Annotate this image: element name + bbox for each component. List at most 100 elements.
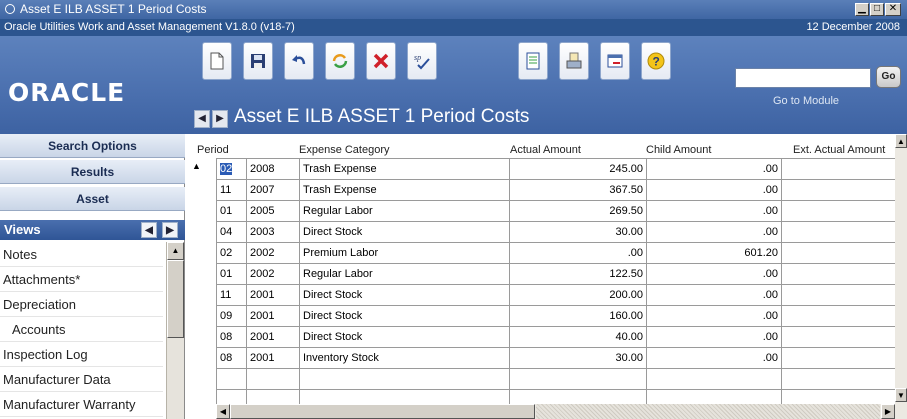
- go-to-module-input[interactable]: [735, 68, 871, 88]
- sidebar-item-notes[interactable]: Notes: [0, 242, 163, 267]
- cell-year[interactable]: 2001: [246, 285, 299, 305]
- cell-expense-category[interactable]: Regular Labor: [299, 201, 509, 221]
- asset-button[interactable]: Asset: [0, 187, 185, 211]
- cell-child-amount[interactable]: .00: [646, 264, 781, 284]
- cell-year[interactable]: [246, 369, 299, 389]
- grid-scroll-right-icon[interactable]: ▶: [881, 404, 895, 419]
- cell-year[interactable]: 2001: [246, 348, 299, 368]
- cell-expense-category[interactable]: Direct Stock: [299, 327, 509, 347]
- save-button[interactable]: [243, 42, 273, 80]
- table-row[interactable]: 02 2002 Premium Labor .00 601.20: [216, 243, 895, 264]
- cell-period[interactable]: 02: [216, 243, 246, 263]
- export-button[interactable]: [600, 42, 630, 80]
- cell-ext-actual-amount[interactable]: [781, 180, 895, 200]
- search-options-button[interactable]: Search Options: [0, 134, 185, 158]
- cell-actual-amount[interactable]: 269.50: [509, 201, 646, 221]
- cell-period[interactable]: 01: [216, 264, 246, 284]
- cell-expense-category[interactable]: Inventory Stock: [299, 348, 509, 368]
- table-row[interactable]: 02 2008 Trash Expense 245.00.00: [216, 159, 895, 180]
- cell-ext-actual-amount[interactable]: [781, 243, 895, 263]
- column-header-ext-actual-amount[interactable]: Ext. Actual Amount: [793, 144, 885, 156]
- cell-expense-category[interactable]: Direct Stock: [299, 306, 509, 326]
- cell-child-amount[interactable]: [646, 369, 781, 389]
- cell-year[interactable]: 2003: [246, 222, 299, 242]
- cell-actual-amount[interactable]: 122.50: [509, 264, 646, 284]
- cell-period[interactable]: 01: [216, 201, 246, 221]
- minimize-icon[interactable]: ▁: [855, 3, 869, 16]
- table-row[interactable]: 01 2005 Regular Labor 269.50.00: [216, 201, 895, 222]
- grid-scroll-down-icon[interactable]: ▼: [895, 388, 907, 402]
- cell-expense-category[interactable]: Regular Labor: [299, 264, 509, 284]
- table-row[interactable]: 09 2001 Direct Stock 160.00.00: [216, 306, 895, 327]
- table-row[interactable]: 08 2001 Direct Stock 40.00.00: [216, 327, 895, 348]
- cell-child-amount[interactable]: .00: [646, 327, 781, 347]
- cell-period[interactable]: 11: [216, 285, 246, 305]
- sidebar-item-attachments[interactable]: Attachments*: [0, 267, 163, 292]
- delete-button[interactable]: [366, 42, 396, 80]
- scroll-up-arrow-icon[interactable]: ▲: [167, 242, 184, 260]
- next-record-arrow-icon[interactable]: ▶: [212, 110, 228, 128]
- cell-year[interactable]: 2002: [246, 264, 299, 284]
- cell-expense-category[interactable]: Trash Expense: [299, 180, 509, 200]
- cell-expense-category[interactable]: Trash Expense: [299, 159, 509, 179]
- grid-horizontal-scrollbar[interactable]: ◀ ▶: [216, 404, 895, 419]
- grid-vertical-scrollbar[interactable]: ▲ ▼: [895, 134, 907, 419]
- cell-ext-actual-amount[interactable]: [781, 201, 895, 221]
- sidebar-item-manufacturer-warranty[interactable]: Manufacturer Warranty: [0, 392, 163, 417]
- cell-ext-actual-amount[interactable]: [781, 369, 895, 389]
- cell-child-amount[interactable]: .00: [646, 201, 781, 221]
- cell-child-amount[interactable]: .00: [646, 285, 781, 305]
- cell-ext-actual-amount[interactable]: [781, 306, 895, 326]
- go-button[interactable]: Go: [876, 66, 901, 88]
- cell-expense-category[interactable]: Direct Stock: [299, 222, 509, 242]
- cell-actual-amount[interactable]: 200.00: [509, 285, 646, 305]
- cell-child-amount[interactable]: .00: [646, 222, 781, 242]
- sidebar-item-depreciation[interactable]: Depreciation: [0, 292, 163, 317]
- sidebar-item-manufacturer-data[interactable]: Manufacturer Data: [0, 367, 163, 392]
- cell-actual-amount[interactable]: [509, 369, 646, 389]
- views-right-arrow-icon[interactable]: ▶: [162, 222, 178, 238]
- views-scrollbar[interactable]: ▲: [166, 242, 184, 419]
- cell-actual-amount[interactable]: 30.00: [509, 348, 646, 368]
- column-header-child-amount[interactable]: Child Amount: [646, 144, 711, 156]
- cell-child-amount[interactable]: 601.20: [646, 243, 781, 263]
- cell-actual-amount[interactable]: 245.00: [509, 159, 646, 179]
- cell-child-amount[interactable]: .00: [646, 159, 781, 179]
- cell-period[interactable]: 02: [216, 159, 246, 179]
- refresh-button[interactable]: [325, 42, 355, 80]
- grid-scroll-thumb[interactable]: [230, 404, 535, 419]
- cell-year[interactable]: 2001: [246, 327, 299, 347]
- undo-button[interactable]: [284, 42, 314, 80]
- grid-scroll-track[interactable]: [536, 404, 880, 419]
- cell-period[interactable]: 08: [216, 327, 246, 347]
- cell-child-amount[interactable]: .00: [646, 348, 781, 368]
- cell-expense-category[interactable]: Direct Stock: [299, 285, 509, 305]
- cell-period[interactable]: 09: [216, 306, 246, 326]
- cell-actual-amount[interactable]: .00: [509, 243, 646, 263]
- cell-year[interactable]: 2002: [246, 243, 299, 263]
- table-row[interactable]: 08 2001 Inventory Stock 30.00.00: [216, 348, 895, 369]
- cell-year[interactable]: 2007: [246, 180, 299, 200]
- cell-child-amount[interactable]: .00: [646, 180, 781, 200]
- column-header-period[interactable]: Period: [197, 144, 229, 156]
- table-row[interactable]: [216, 369, 895, 390]
- cell-period[interactable]: 11: [216, 180, 246, 200]
- cell-expense-category[interactable]: [299, 369, 509, 389]
- previous-record-arrow-icon[interactable]: ◀: [194, 110, 210, 128]
- spell-check-button[interactable]: sp: [407, 42, 437, 80]
- cell-ext-actual-amount[interactable]: [781, 264, 895, 284]
- close-icon[interactable]: ✕: [885, 3, 901, 16]
- column-header-expense-category[interactable]: Expense Category: [299, 144, 390, 156]
- table-row[interactable]: 11 2001 Direct Stock 200.00.00: [216, 285, 895, 306]
- cell-actual-amount[interactable]: 40.00: [509, 327, 646, 347]
- help-button[interactable]: ?: [641, 42, 671, 80]
- table-row[interactable]: 11 2007 Trash Expense 367.50.00: [216, 180, 895, 201]
- cell-ext-actual-amount[interactable]: [781, 348, 895, 368]
- cell-year[interactable]: 2005: [246, 201, 299, 221]
- cell-ext-actual-amount[interactable]: [781, 159, 895, 179]
- cell-period[interactable]: [216, 369, 246, 389]
- cell-ext-actual-amount[interactable]: [781, 327, 895, 347]
- print-button[interactable]: [559, 42, 589, 80]
- cell-expense-category[interactable]: Premium Labor: [299, 243, 509, 263]
- report-button[interactable]: [518, 42, 548, 80]
